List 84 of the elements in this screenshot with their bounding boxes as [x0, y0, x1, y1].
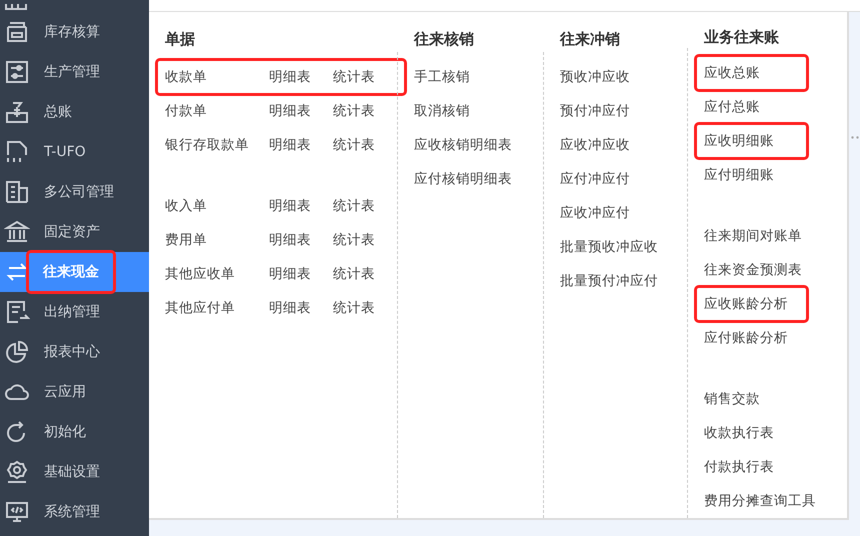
menu-link[interactable]: 统计表 [333, 136, 397, 154]
menu-link[interactable]: 批量预付冲应付 [560, 272, 658, 290]
sidebar-item[interactable]: 固定资产 [0, 212, 149, 252]
menu-link[interactable]: 银行存取款单 [165, 136, 269, 154]
menu-link[interactable]: 收款执行表 [704, 424, 774, 442]
sidebar-item-label: 总账 [44, 103, 73, 122]
sidebar-item[interactable]: 报表中心 [0, 332, 149, 372]
menu-link[interactable]: 明细表 [269, 68, 333, 86]
menu-link[interactable]: 应收核销明细表 [414, 136, 512, 154]
sidebar-item-label: 固定资产 [44, 223, 101, 242]
menu-link[interactable]: 费用分摊查询工具 [704, 492, 816, 510]
menu-link[interactable]: 明细表 [269, 136, 333, 154]
sidebar-item[interactable]: 多公司管理 [0, 172, 149, 212]
menu-link[interactable]: 费用单 [165, 231, 269, 249]
menu-link[interactable]: 批量预收冲应收 [560, 238, 658, 256]
menu-link[interactable]: 应付账龄分析 [704, 329, 788, 347]
grid-icon [4, 4, 28, 12]
printer-icon [4, 19, 30, 45]
sidebar-item[interactable]: T-UFO [0, 132, 149, 172]
column-heading: 单据 [165, 28, 196, 50]
sidebar-item-label: 往来现金 [29, 253, 113, 291]
sidebar-item[interactable]: 库存核算 [0, 12, 149, 52]
menu-link[interactable]: 应付明细账 [704, 166, 774, 184]
sliders-icon [4, 59, 30, 85]
gear-icon [4, 459, 30, 485]
menu-link[interactable]: 应付总账 [704, 98, 760, 116]
sidebar-item[interactable]: 生产管理 [0, 52, 149, 92]
menu-link[interactable]: 应收明细账 [704, 132, 774, 150]
menu-link[interactable]: 明细表 [269, 265, 333, 283]
column-heading: 往来核销 [414, 28, 475, 50]
menu-link[interactable]: 统计表 [333, 299, 397, 317]
column-heading: 往来冲销 [560, 28, 621, 50]
menu-link[interactable]: 统计表 [333, 102, 397, 120]
sidebar-item[interactable]: 云应用 [0, 372, 149, 412]
code-monitor-icon [4, 499, 30, 525]
sidebar-item-label: 基础设置 [44, 463, 101, 482]
menu-link[interactable]: 明细表 [269, 231, 333, 249]
menu-link[interactable]: 其他应收单 [165, 265, 269, 283]
sidebar-item-label: 云应用 [44, 383, 87, 402]
menu-link[interactable]: 预付冲应付 [560, 102, 630, 120]
export-icon [4, 299, 30, 325]
menu-link[interactable]: 预收冲应收 [560, 68, 630, 86]
bank-icon [4, 219, 30, 245]
sidebar-item-label: T-UFO [44, 143, 87, 162]
menu-link[interactable]: 收款单 [165, 68, 269, 86]
menu-link[interactable]: 统计表 [333, 231, 397, 249]
menu-link[interactable]: 应收冲应收 [560, 136, 630, 154]
sidebar-item[interactable]: 基础设置 [0, 452, 149, 492]
sidebar-item-label: 报表中心 [44, 343, 101, 362]
pie-chart-icon [4, 339, 30, 365]
menu-link[interactable]: 应收冲应付 [560, 204, 630, 222]
more-icon [851, 136, 859, 139]
menu-link[interactable]: 明细表 [269, 197, 333, 215]
sidebar-item[interactable]: 出纳管理 [0, 292, 149, 332]
sidebar-item-label: 多公司管理 [44, 183, 115, 202]
menu-link[interactable]: 应收总账 [704, 64, 760, 82]
menu-link[interactable]: 其他应付单 [165, 299, 269, 317]
menu-link[interactable]: 统计表 [333, 197, 397, 215]
menu-link[interactable]: 应收账龄分析 [704, 295, 788, 313]
sidebar-item[interactable]: 系统管理 [0, 492, 149, 532]
building-icon [4, 179, 30, 205]
sidebar-item[interactable]: 总账 [0, 92, 149, 132]
menu-link[interactable]: 明细表 [269, 299, 333, 317]
sidebar-item[interactable]: 初始化 [0, 412, 149, 452]
sidebar-item-label: 系统管理 [44, 503, 101, 522]
menu-link[interactable]: 应付核销明细表 [414, 170, 512, 188]
sidebar-item-label: 生产管理 [44, 63, 101, 82]
sidebar-item-label: 库存核算 [44, 23, 101, 42]
menu-link[interactable]: 付款单 [165, 102, 269, 120]
menu-link[interactable]: 付款执行表 [704, 458, 774, 476]
menu-link[interactable]: 手工核销 [414, 68, 470, 86]
menu-link[interactable]: 销售交款 [704, 390, 760, 408]
menu-link[interactable]: 明细表 [269, 102, 333, 120]
menu-link[interactable]: 取消核销 [414, 102, 470, 120]
menu-link[interactable]: 统计表 [333, 68, 397, 86]
document-icon [4, 139, 30, 165]
menu-link[interactable]: 应付冲应付 [560, 170, 630, 188]
menu-link[interactable]: 统计表 [333, 265, 397, 283]
menu-link[interactable]: 往来期间对账单 [704, 227, 802, 245]
column-heading: 业务往来账 [704, 26, 780, 48]
sidebar-item-label: 初始化 [44, 423, 87, 442]
sidebar-item-label: 出纳管理 [44, 303, 101, 322]
menu-link[interactable]: 收入单 [165, 197, 269, 215]
menu-link[interactable]: 往来资金预测表 [704, 261, 802, 279]
